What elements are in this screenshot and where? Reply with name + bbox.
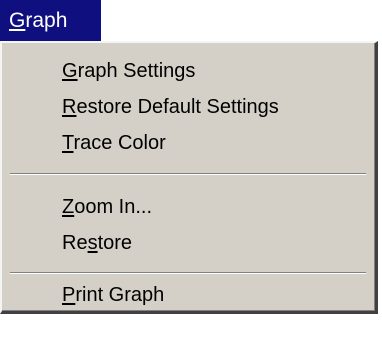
menu-item-label: rint Graph bbox=[75, 284, 165, 306]
menu-item-trace-color[interactable]: Trace Color bbox=[2, 125, 375, 161]
graph-menu-screenshot: Graph Graph Settings Restore Default Set… bbox=[0, 0, 382, 338]
menu-item-label: raph Settings bbox=[77, 60, 196, 82]
menu-item-label: race Color bbox=[73, 132, 166, 154]
menu-title-graph[interactable]: Graph bbox=[0, 0, 101, 41]
menu-item-accel: T bbox=[62, 132, 74, 154]
menu-item-accel: Z bbox=[62, 196, 75, 218]
menu-item-graph-settings[interactable]: Graph Settings bbox=[2, 53, 375, 89]
menu-item-restore[interactable]: Restore bbox=[2, 225, 375, 261]
menu-item-label: estore Default Settings bbox=[76, 96, 279, 118]
menu-title-label: raph bbox=[25, 9, 68, 32]
menu-item-prefix: Re bbox=[62, 232, 88, 254]
menu-item-restore-default-settings[interactable]: Restore Default Settings bbox=[2, 89, 375, 125]
menu-separator bbox=[10, 272, 366, 274]
graph-dropdown-menu: Graph Settings Restore Default Settings … bbox=[0, 41, 378, 314]
menu-item-label: tore bbox=[97, 232, 133, 254]
menu-separator bbox=[10, 173, 366, 175]
menu-title-accel: G bbox=[9, 9, 26, 32]
menu-item-accel: G bbox=[62, 60, 78, 82]
menu-item-label: oom In... bbox=[74, 196, 153, 218]
menu-item-accel: P bbox=[62, 284, 76, 306]
menu-item-print-graph[interactable]: Print Graph bbox=[2, 277, 375, 313]
menu-item-accel: s bbox=[87, 232, 98, 254]
menu-item-zoom-in[interactable]: Zoom In... bbox=[2, 189, 375, 225]
menu-item-accel: R bbox=[62, 96, 77, 118]
